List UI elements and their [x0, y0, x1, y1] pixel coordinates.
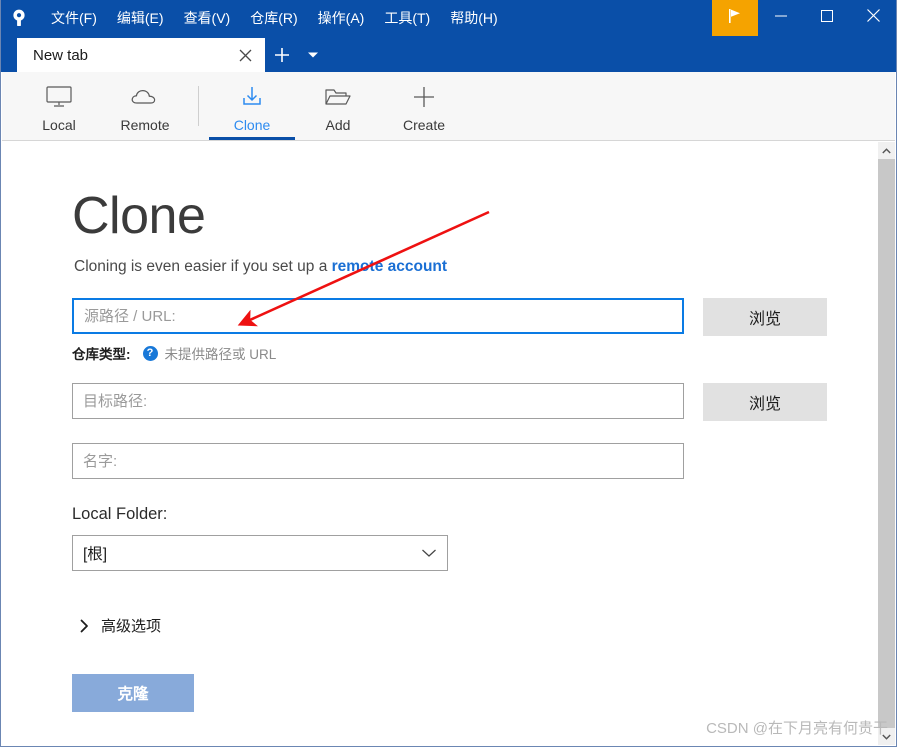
source-url-input[interactable]: [72, 298, 684, 334]
advanced-options-label: 高级选项: [101, 618, 162, 635]
repository-type-value: 未提供路径或 URL: [164, 347, 277, 362]
menu-actions[interactable]: 操作(A): [308, 2, 375, 34]
plus-icon: [275, 48, 289, 62]
vertical-scrollbar[interactable]: [878, 142, 895, 745]
chevron-down-icon: [882, 734, 891, 740]
scrollbar-track[interactable]: [878, 159, 895, 728]
destination-path-input[interactable]: [72, 383, 684, 419]
maximize-button[interactable]: [804, 0, 850, 36]
tab-strip: New tab: [1, 36, 896, 72]
tab-close-icon[interactable]: [231, 41, 259, 69]
menu-help[interactable]: 帮助(H): [440, 2, 507, 34]
tab-label: New tab: [33, 46, 89, 64]
toolbar-item-remote[interactable]: Remote: [102, 72, 188, 140]
toolbar-item-clone[interactable]: Clone: [209, 72, 295, 140]
app-logo-icon: [1, 0, 37, 36]
tab-list-dropdown-button[interactable]: [299, 38, 327, 72]
toolbar-label-local: Local: [42, 117, 76, 133]
folder-open-icon: [324, 83, 352, 111]
menu-bar: 文件(F) 编辑(E) 查看(V) 仓库(R) 操作(A) 工具(T) 帮助(H…: [41, 0, 508, 36]
clone-panel: Clone Cloning is even easier if you set …: [2, 142, 878, 745]
clone-submit-button[interactable]: 克隆: [72, 674, 194, 712]
name-input[interactable]: [72, 443, 684, 479]
clone-download-icon: [239, 83, 265, 111]
chevron-down-icon: [308, 52, 318, 58]
menu-file[interactable]: 文件(F): [41, 2, 107, 34]
application-window: 文件(F) 编辑(E) 查看(V) 仓库(R) 操作(A) 工具(T) 帮助(H…: [0, 0, 897, 747]
title-bar: 文件(F) 编辑(E) 查看(V) 仓库(R) 操作(A) 工具(T) 帮助(H…: [1, 0, 896, 36]
name-row: [72, 443, 878, 479]
toolbar-label-clone: Clone: [233, 117, 271, 133]
toolbar-item-local[interactable]: Local: [16, 72, 102, 140]
monitor-icon: [46, 83, 72, 111]
remote-account-link[interactable]: remote account: [332, 258, 447, 275]
repository-type-label: 仓库类型:: [72, 347, 131, 362]
toolbar-item-create[interactable]: Create: [381, 72, 467, 140]
new-tab-button[interactable]: [265, 38, 299, 72]
local-folder-label: Local Folder:: [72, 505, 168, 523]
scroll-down-button[interactable]: [878, 728, 895, 745]
toolbar-label-add: Add: [325, 117, 351, 133]
page-title: Clone: [72, 187, 206, 245]
minimize-button[interactable]: [758, 0, 804, 36]
cloud-icon: [130, 83, 160, 111]
chevron-up-icon: [882, 147, 891, 153]
flag-button[interactable]: [712, 0, 758, 36]
flag-icon: [726, 7, 744, 30]
local-folder-selected-value: [根]: [83, 546, 108, 563]
chevron-right-icon: [80, 619, 89, 633]
source-url-row: 浏览: [72, 298, 878, 336]
menu-repository[interactable]: 仓库(R): [240, 2, 307, 34]
menu-edit[interactable]: 编辑(E): [107, 2, 174, 34]
repository-type-row: 仓库类型: ? 未提供路径或 URL: [72, 343, 878, 363]
source-browse-button[interactable]: 浏览: [703, 298, 827, 336]
maximize-icon: [821, 9, 833, 27]
toolbar-separator: [198, 86, 199, 126]
toolbar-label-remote: Remote: [120, 117, 170, 133]
toolbar-label-create: Create: [402, 117, 446, 133]
page-subtitle: Cloning is even easier if you set up a r…: [74, 258, 878, 276]
destination-path-row: 浏览: [72, 383, 878, 421]
close-icon: [866, 9, 880, 27]
plus-icon: [411, 83, 437, 111]
subtitle-text: Cloning is even easier if you set up a: [74, 258, 332, 275]
scroll-up-button[interactable]: [878, 142, 895, 159]
destination-browse-button[interactable]: 浏览: [703, 383, 827, 421]
menu-view[interactable]: 查看(V): [174, 2, 241, 34]
toolbar-item-add[interactable]: Add: [295, 72, 381, 140]
chevron-down-icon: [421, 548, 437, 558]
local-folder-select[interactable]: [根]: [72, 535, 448, 571]
tab-new-tab[interactable]: New tab: [17, 38, 265, 72]
minimize-icon: [775, 9, 787, 27]
advanced-options-toggle[interactable]: 高级选项: [80, 615, 161, 636]
main-toolbar: Local Remote Clone Add Create: [2, 72, 895, 141]
close-button[interactable]: [850, 0, 896, 36]
help-icon[interactable]: ?: [142, 345, 158, 361]
menu-tools[interactable]: 工具(T): [374, 2, 440, 34]
